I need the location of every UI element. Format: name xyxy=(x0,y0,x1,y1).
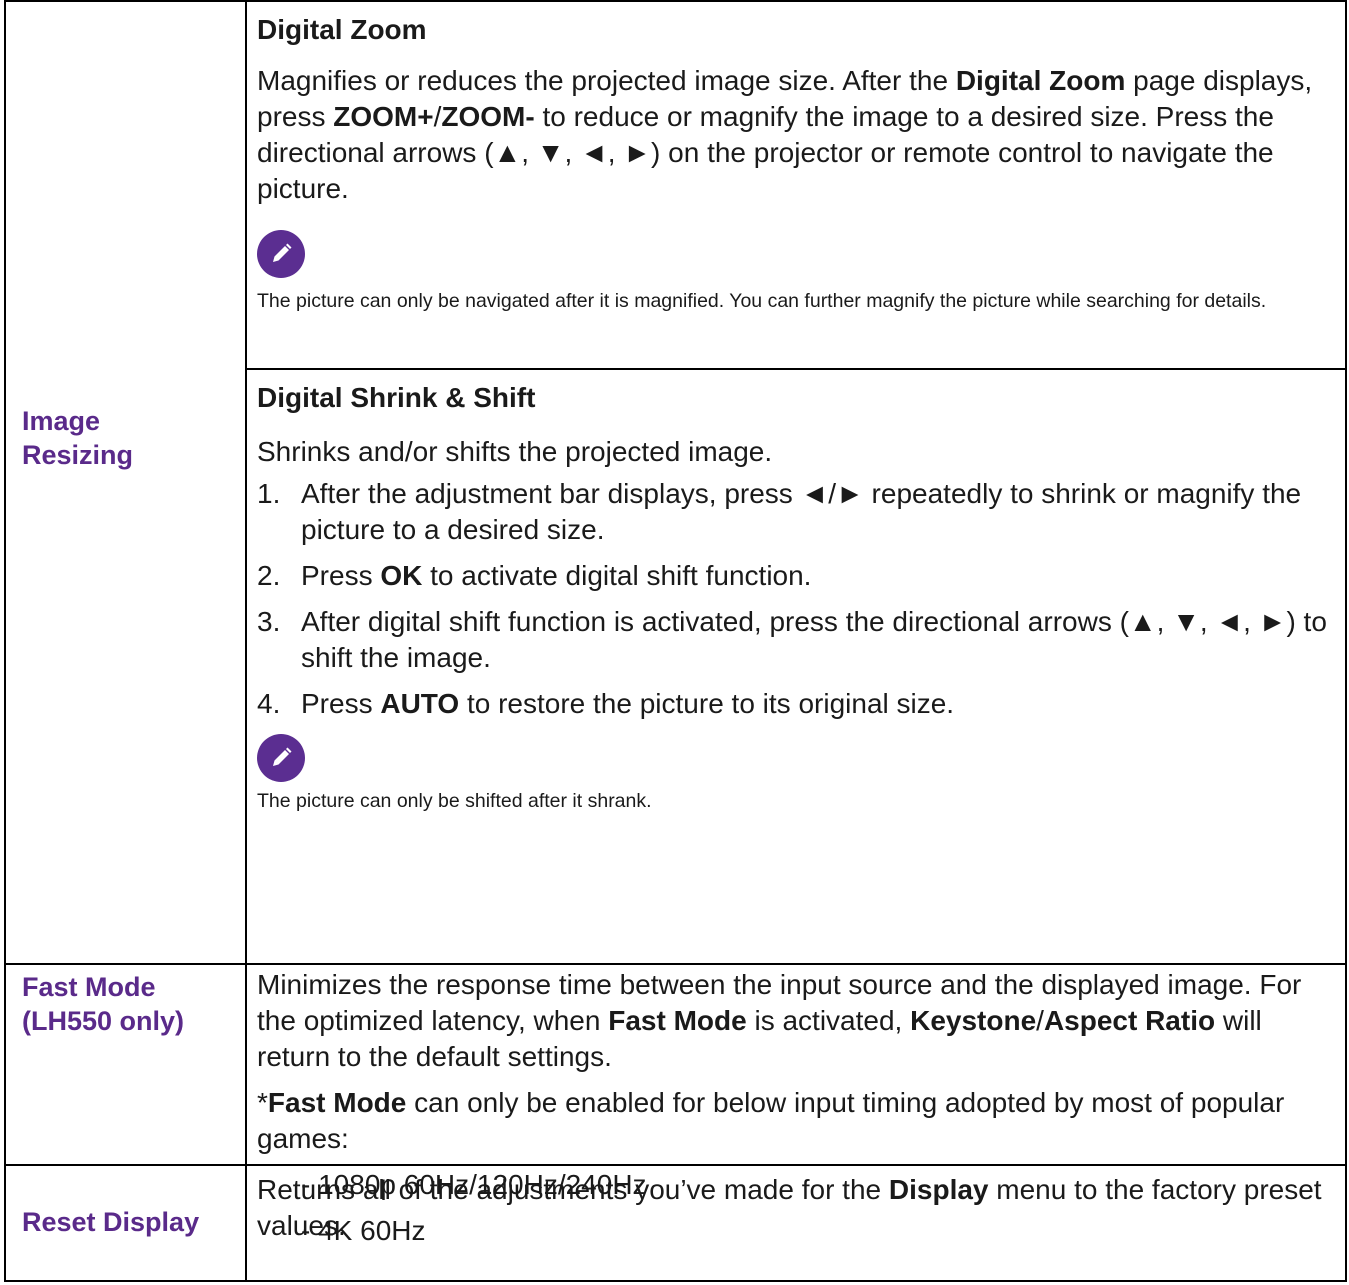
text-run: After the adjustment bar displays, press… xyxy=(301,478,1302,545)
list-item-number: 4. xyxy=(257,688,281,719)
pencil-icon xyxy=(257,734,305,782)
table-border-left xyxy=(4,0,6,1282)
list-item: 4. Press AUTO to restore the picture to i… xyxy=(257,686,1337,722)
list-item-text: After digital shift function is activate… xyxy=(301,604,1337,676)
text-run: After digital shift function is activate… xyxy=(301,606,1327,673)
column-divider xyxy=(245,0,247,1282)
bold-term: Digital Zoom xyxy=(955,65,1126,96)
sub-row-divider xyxy=(245,368,1347,370)
list-item-number: 1. xyxy=(257,478,281,509)
fast-mode-description: Minimizes the response time between the … xyxy=(257,967,1337,1075)
text-run: Magnifies or reduces the projected image… xyxy=(257,65,956,96)
fast-mode-label-line1: Fast Mode xyxy=(22,972,156,1002)
text-run: Returns all of the adjustments you’ve ma… xyxy=(257,1174,889,1205)
list-item-text: Press AUTO to restore the picture to its… xyxy=(301,686,954,722)
list-item-text: Press OK to activate digital shift funct… xyxy=(301,558,811,594)
digital-shrink-note: The picture can only be shifted after it… xyxy=(257,790,652,812)
pencil-icon xyxy=(257,230,305,278)
list-item-number: 2. xyxy=(257,560,281,591)
list-item-number: 3. xyxy=(257,606,281,637)
reset-display-label: Reset Display xyxy=(22,1207,200,1237)
digital-shrink-steps: 1. After the adjustment bar displays, pre… xyxy=(257,476,1337,722)
list-item: 1. After the adjustment bar displays, pre… xyxy=(257,476,1337,548)
text-run: / xyxy=(1036,1005,1044,1036)
digital-shrink-intro: Shrinks and/or shifts the projected imag… xyxy=(257,436,773,467)
image-resizing-label: Image Resizing xyxy=(22,404,133,472)
bold-term: Aspect Ratio xyxy=(1043,1005,1216,1036)
table-border-top xyxy=(4,0,1347,2)
fast-mode-label-line2: (LH550 only) xyxy=(22,1006,185,1036)
row-divider-fast-mode xyxy=(4,963,1347,965)
reset-display-description: Returns all of the adjustments you’ve ma… xyxy=(257,1172,1337,1244)
bold-term: AUTO xyxy=(380,688,460,719)
digital-shrink-heading: Digital Shrink & Shift xyxy=(257,382,536,413)
table-border-right xyxy=(1345,0,1347,1282)
bold-term: Keystone xyxy=(910,1005,1037,1036)
pencil-glyph xyxy=(273,747,292,766)
text-run: to restore the picture to its original s… xyxy=(459,688,955,719)
fast-mode-label: Fast Mode (LH550 only) xyxy=(22,970,184,1038)
digital-zoom-heading: Digital Zoom xyxy=(257,14,427,45)
fast-mode-condition: *Fast Mode can only be enabled for below… xyxy=(257,1085,1337,1157)
bold-term: ZOOM- xyxy=(441,101,535,132)
bold-term: OK xyxy=(380,560,423,591)
text-run: is activated, xyxy=(746,1005,911,1036)
pencil-glyph xyxy=(273,243,292,262)
bold-term: ZOOM+ xyxy=(333,101,434,132)
list-item: 3. After digital shift function is activa… xyxy=(257,604,1337,676)
settings-table: Image Resizing Digital Zoom Magnifies or… xyxy=(4,0,1347,1282)
reset-display-section: Returns all of the adjustments you’ve ma… xyxy=(257,1172,1337,1244)
digital-zoom-description: Magnifies or reduces the projected image… xyxy=(257,63,1337,207)
table-border-bottom xyxy=(4,1280,1347,1282)
image-resizing-label-line1: Image xyxy=(22,406,101,436)
bold-term: Fast Mode xyxy=(608,1005,747,1036)
text-run: * xyxy=(257,1087,268,1118)
text-run: Press xyxy=(301,688,381,719)
digital-zoom-section: Digital Zoom Magnifies or reduces the pr… xyxy=(257,12,1337,316)
bold-term: Fast Mode xyxy=(267,1087,407,1118)
bold-term: Display xyxy=(888,1174,989,1205)
text-run: can only be enabled for below input timi… xyxy=(257,1087,1285,1154)
digital-zoom-note: The picture can only be navigated after … xyxy=(257,290,1267,312)
list-item-text: After the adjustment bar displays, press… xyxy=(301,476,1337,548)
list-item: 2. Press OK to activate digital shift fun… xyxy=(257,558,1337,594)
text-run: Press xyxy=(301,560,381,591)
digital-shrink-section: Digital Shrink & Shift Shrinks and/or sh… xyxy=(257,380,1337,816)
image-resizing-label-line2: Resizing xyxy=(22,440,134,470)
text-run: to activate digital shift function. xyxy=(422,560,812,591)
